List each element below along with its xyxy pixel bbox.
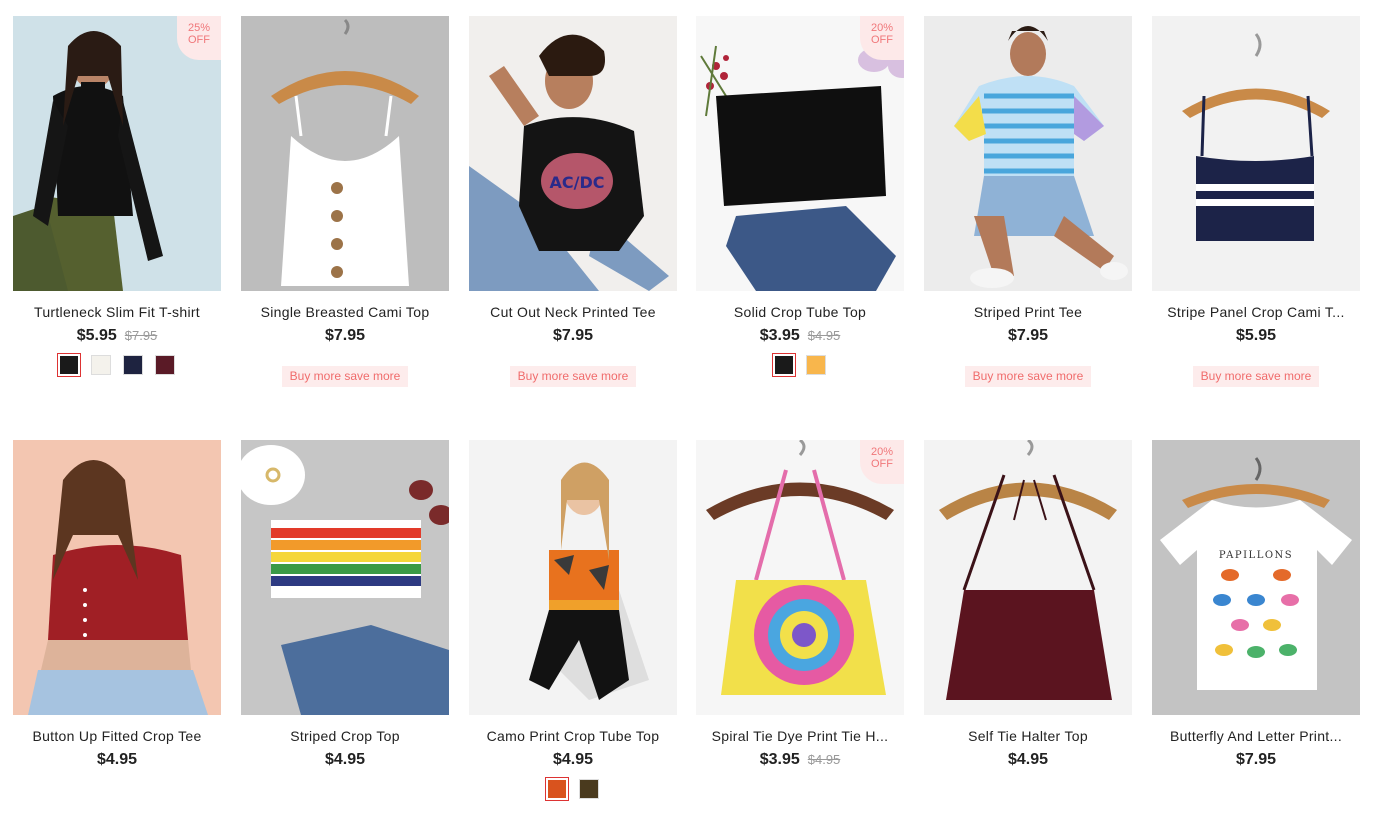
price-row: $7.95: [1152, 750, 1360, 770]
current-price: $7.95: [1235, 751, 1277, 768]
product-image[interactable]: 25% OFF: [13, 16, 221, 291]
original-price: $4.95: [807, 752, 841, 767]
product-title[interactable]: Camo Print Crop Tube Top: [469, 728, 677, 745]
price-row: $7.95: [924, 326, 1132, 346]
product-card[interactable]: 20% OFF Spiral Tie Dye Print Tie H... $3.…: [696, 440, 904, 770]
current-price: $4.95: [96, 751, 138, 768]
svg-text:PAPILLONS: PAPILLONS: [1219, 550, 1293, 561]
product-card[interactable]: 25% OFF Turtleneck Slim Fit T-shirt $5.95…: [13, 16, 221, 377]
buy-more-save-more-link[interactable]: Buy more save more: [1193, 366, 1319, 387]
price-row: $7.95: [469, 326, 677, 346]
price-row: $3.95 $4.95: [696, 750, 904, 770]
product-title[interactable]: Self Tie Halter Top: [924, 728, 1132, 745]
color-swatches: [469, 777, 677, 801]
product-image[interactable]: [241, 440, 449, 715]
discount-badge: 20% OFF: [860, 16, 904, 60]
color-swatch[interactable]: [155, 355, 175, 375]
original-price: $7.95: [124, 328, 158, 343]
color-swatches: [696, 353, 904, 377]
product-card[interactable]: Self Tie Halter Top $4.95: [924, 440, 1132, 770]
color-swatch[interactable]: [57, 353, 81, 377]
product-card[interactable]: Camo Print Crop Tube Top $4.95: [469, 440, 677, 801]
current-price: $7.95: [552, 327, 594, 344]
product-image[interactable]: 20% OFF: [696, 16, 904, 291]
color-swatch[interactable]: [579, 779, 599, 799]
price-row: $5.95 $7.95: [13, 326, 221, 346]
product-card[interactable]: AC/DC Cut Out Neck Printed Tee $7.95 Buy…: [469, 16, 677, 387]
product-title[interactable]: Button Up Fitted Crop Tee: [13, 728, 221, 745]
current-price: $5.95: [1235, 327, 1277, 344]
buy-more-save-more-link[interactable]: Buy more save more: [510, 366, 636, 387]
price-row: $4.95: [924, 750, 1132, 770]
product-grid: 25% OFF Turtleneck Slim Fit T-shirt $5.95…: [0, 0, 1385, 813]
product-title[interactable]: Turtleneck Slim Fit T-shirt: [13, 304, 221, 321]
product-card[interactable]: Single Breasted Cami Top $7.95 Buy more …: [241, 16, 449, 387]
product-image[interactable]: [13, 440, 221, 715]
color-swatch[interactable]: [91, 355, 111, 375]
buy-more-save-more-link[interactable]: Buy more save more: [282, 366, 408, 387]
product-title[interactable]: Striped Crop Top: [241, 728, 449, 745]
current-price: $3.95: [759, 327, 800, 344]
color-swatch[interactable]: [545, 777, 569, 801]
product-image[interactable]: [924, 440, 1132, 715]
current-price: $4.95: [324, 751, 366, 768]
color-swatch[interactable]: [123, 355, 143, 375]
product-card[interactable]: PAPILLONS Butterfly And Letter Print... …: [1152, 440, 1360, 770]
color-swatch[interactable]: [806, 355, 826, 375]
product-image[interactable]: [924, 16, 1132, 291]
product-image[interactable]: AC/DC: [469, 16, 677, 291]
price-row: $3.95 $4.95: [696, 326, 904, 346]
color-swatches: [13, 353, 221, 377]
product-image[interactable]: PAPILLONS: [1152, 440, 1360, 715]
product-card[interactable]: Striped Crop Top $4.95: [241, 440, 449, 770]
product-title[interactable]: Butterfly And Letter Print...: [1152, 728, 1360, 745]
original-price: $4.95: [807, 328, 841, 343]
product-image[interactable]: 20% OFF: [696, 440, 904, 715]
product-card[interactable]: Striped Print Tee $7.95 Buy more save mo…: [924, 16, 1132, 387]
price-row: $4.95: [469, 750, 677, 770]
price-row: $4.95: [241, 750, 449, 770]
current-price: $5.95: [76, 327, 117, 344]
product-title[interactable]: Striped Print Tee: [924, 304, 1132, 321]
product-title[interactable]: Solid Crop Tube Top: [696, 304, 904, 321]
current-price: $7.95: [1007, 327, 1049, 344]
product-title[interactable]: Spiral Tie Dye Print Tie H...: [696, 728, 904, 745]
current-price: $7.95: [324, 327, 366, 344]
product-card[interactable]: 20% OFF Solid Crop Tube Top $3.95 $4.95: [696, 16, 904, 377]
current-price: $4.95: [1007, 751, 1049, 768]
discount-badge: 25% OFF: [177, 16, 221, 60]
product-image[interactable]: [469, 440, 677, 715]
current-price: $3.95: [759, 751, 800, 768]
discount-badge: 20% OFF: [860, 440, 904, 484]
price-row: $4.95: [13, 750, 221, 770]
current-price: $4.95: [552, 751, 594, 768]
price-row: $7.95: [241, 326, 449, 346]
product-title[interactable]: Stripe Panel Crop Cami T...: [1152, 304, 1360, 321]
buy-more-save-more-link[interactable]: Buy more save more: [965, 366, 1091, 387]
color-swatch[interactable]: [772, 353, 796, 377]
product-card[interactable]: Button Up Fitted Crop Tee $4.95: [13, 440, 221, 770]
product-card[interactable]: Stripe Panel Crop Cami T... $5.95 Buy mo…: [1152, 16, 1360, 387]
price-row: $5.95: [1152, 326, 1360, 346]
product-image[interactable]: [241, 16, 449, 291]
svg-text:AC/DC: AC/DC: [550, 173, 605, 192]
product-title[interactable]: Single Breasted Cami Top: [241, 304, 449, 321]
product-title[interactable]: Cut Out Neck Printed Tee: [469, 304, 677, 321]
product-image[interactable]: [1152, 16, 1360, 291]
